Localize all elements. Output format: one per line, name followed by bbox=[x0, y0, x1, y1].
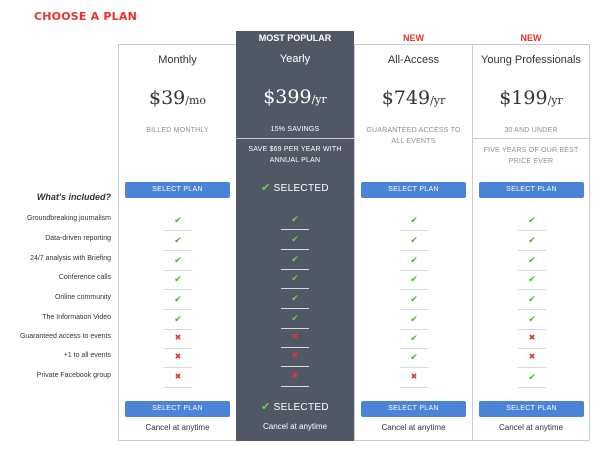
cancel-note: Cancel at anytime bbox=[498, 423, 564, 432]
cross-icon: ✖ bbox=[164, 369, 192, 388]
check-icon: ✔ bbox=[518, 271, 546, 290]
check-icon: ✔ bbox=[518, 369, 546, 388]
feature-label: Groundbreaking journalism bbox=[26, 215, 111, 222]
cross-icon: ✖ bbox=[518, 330, 546, 349]
cancel-note: Cancel at anytime bbox=[145, 423, 210, 432]
select-plan-button[interactable]: SELECT PLAN bbox=[361, 401, 466, 417]
select-plan-button[interactable]: SELECT PLAN bbox=[125, 401, 230, 417]
check-icon: ✔ bbox=[164, 212, 192, 231]
cross-icon: ✖ bbox=[281, 348, 309, 367]
select-plan-button[interactable]: SELECT PLAN bbox=[361, 182, 466, 198]
cancel-note: Cancel at anytime bbox=[262, 422, 328, 431]
check-icon: ✔ bbox=[400, 252, 428, 271]
plan-column-monthly: Monthly $39/mo BILLED MONTHLY SELECT PLAN SE… bbox=[118, 44, 236, 441]
check-icon: ✔ bbox=[518, 232, 546, 251]
check-icon: ✔ bbox=[281, 251, 309, 270]
plan-price: $39/mo bbox=[119, 87, 236, 109]
cross-icon: ✖ bbox=[518, 349, 546, 368]
plan-name: Yearly bbox=[279, 53, 311, 65]
plan-name: All-Access bbox=[387, 54, 440, 66]
plan-tag: NEW bbox=[520, 33, 542, 43]
cancel-note: Cancel at anytime bbox=[381, 423, 446, 432]
plan-tag: NEW bbox=[403, 33, 424, 43]
check-icon: ✔ bbox=[164, 271, 192, 290]
price-period: /yr bbox=[547, 94, 563, 107]
check-icon: ✔ bbox=[518, 212, 546, 231]
check-icon: ✔ bbox=[281, 231, 309, 250]
plan-price: $199/yr bbox=[473, 87, 589, 109]
feature-label: Conference calls bbox=[58, 274, 111, 281]
check-icon: ✔ bbox=[164, 311, 192, 330]
feature-label: The Information Video bbox=[42, 314, 111, 321]
select-plan-button[interactable]: SELECT PLAN bbox=[479, 182, 584, 198]
price-period: /yr bbox=[430, 94, 446, 107]
divider bbox=[236, 138, 354, 139]
plan-tag: MOST POPULAR bbox=[258, 33, 332, 43]
price-period: /mo bbox=[185, 94, 207, 107]
cross-icon: ✖ bbox=[400, 369, 428, 388]
plan-subnote: SAVE $69 PER YEAR WITH ANNUAL PLAN bbox=[248, 146, 342, 164]
check-icon: ✔ bbox=[400, 330, 428, 349]
check-icon: ✔ bbox=[400, 291, 428, 310]
features-title: What's included? bbox=[36, 192, 111, 202]
price-amount: $749 bbox=[381, 87, 431, 109]
check-icon: ✔ bbox=[261, 401, 271, 413]
plan-column-young-professionals: NEW Young Professionals $199/yr 30 AND UNDE… bbox=[472, 33, 590, 441]
check-icon: ✔ bbox=[518, 311, 546, 330]
check-icon: ✔ bbox=[164, 252, 192, 271]
plan-price: $399/yr bbox=[236, 86, 354, 108]
feature-label: Data-driven reporting bbox=[45, 235, 111, 242]
price-period: /yr bbox=[311, 93, 327, 106]
feature-label: 24/7 analysis with Briefing bbox=[30, 255, 111, 262]
divider bbox=[473, 138, 589, 139]
selected-label: SELECTED bbox=[273, 183, 329, 194]
feature-label: Guaranteed access to events bbox=[19, 333, 111, 340]
check-icon: ✔ bbox=[261, 182, 271, 194]
plan-price: $749/yr bbox=[355, 87, 472, 109]
feature-label: Private Facebook group bbox=[36, 372, 111, 379]
cross-icon: ✖ bbox=[164, 330, 192, 349]
plan-note: 15% SAVINGS bbox=[270, 126, 320, 133]
check-icon: ✔ bbox=[281, 270, 309, 289]
cross-icon: ✖ bbox=[281, 329, 309, 348]
plan-note: 30 AND UNDER bbox=[504, 127, 558, 134]
plan-column-all-access: NEW All-Access $749/yr GUARANTEED ACCESS TO… bbox=[354, 33, 472, 441]
check-icon: ✔ bbox=[400, 271, 428, 290]
check-icon: ✔ bbox=[164, 291, 192, 310]
check-icon: ✔ bbox=[281, 310, 309, 329]
plan-note: GUARANTEED ACCESS TO ALL EVENTS bbox=[366, 127, 461, 145]
check-icon: ✔ bbox=[164, 232, 192, 251]
cross-icon: ✖ bbox=[164, 349, 192, 368]
price-amount: $39 bbox=[148, 87, 186, 109]
plan-note: BILLED MONTHLY bbox=[146, 127, 209, 134]
select-plan-button[interactable]: SELECT PLAN bbox=[479, 401, 584, 417]
check-icon: ✔ bbox=[400, 232, 428, 251]
plan-subnote: FIVE YEARS OF OUR BEST PRICE EVER bbox=[483, 147, 579, 165]
check-icon: ✔ bbox=[518, 291, 546, 310]
page-title: CHOOSE A PLAN bbox=[34, 10, 137, 23]
feature-label: Online community bbox=[54, 294, 111, 301]
check-icon: ✔ bbox=[518, 252, 546, 271]
select-plan-button[interactable]: SELECT PLAN bbox=[125, 182, 230, 198]
check-icon: ✔ bbox=[281, 211, 309, 230]
check-icon: ✔ bbox=[400, 349, 428, 368]
price-amount: $399 bbox=[263, 86, 312, 108]
selected-indicator[interactable]: ✔ SELECTED bbox=[236, 400, 354, 413]
plan-name: Young Professionals bbox=[481, 54, 581, 66]
feature-label: +1 to all events bbox=[63, 352, 111, 359]
plan-column-yearly: MOST POPULAR Yearly $399/yr 15% SAVINGS SAVE… bbox=[236, 31, 354, 441]
check-icon: ✔ bbox=[400, 212, 428, 231]
selected-indicator[interactable]: ✔ SELECTED bbox=[236, 181, 354, 194]
cross-icon: ✖ bbox=[281, 368, 309, 387]
check-icon: ✔ bbox=[400, 311, 428, 330]
check-icon: ✔ bbox=[281, 290, 309, 309]
plan-name: Monthly bbox=[158, 54, 197, 66]
price-amount: $199 bbox=[499, 87, 548, 109]
selected-label: SELECTED bbox=[273, 402, 329, 413]
